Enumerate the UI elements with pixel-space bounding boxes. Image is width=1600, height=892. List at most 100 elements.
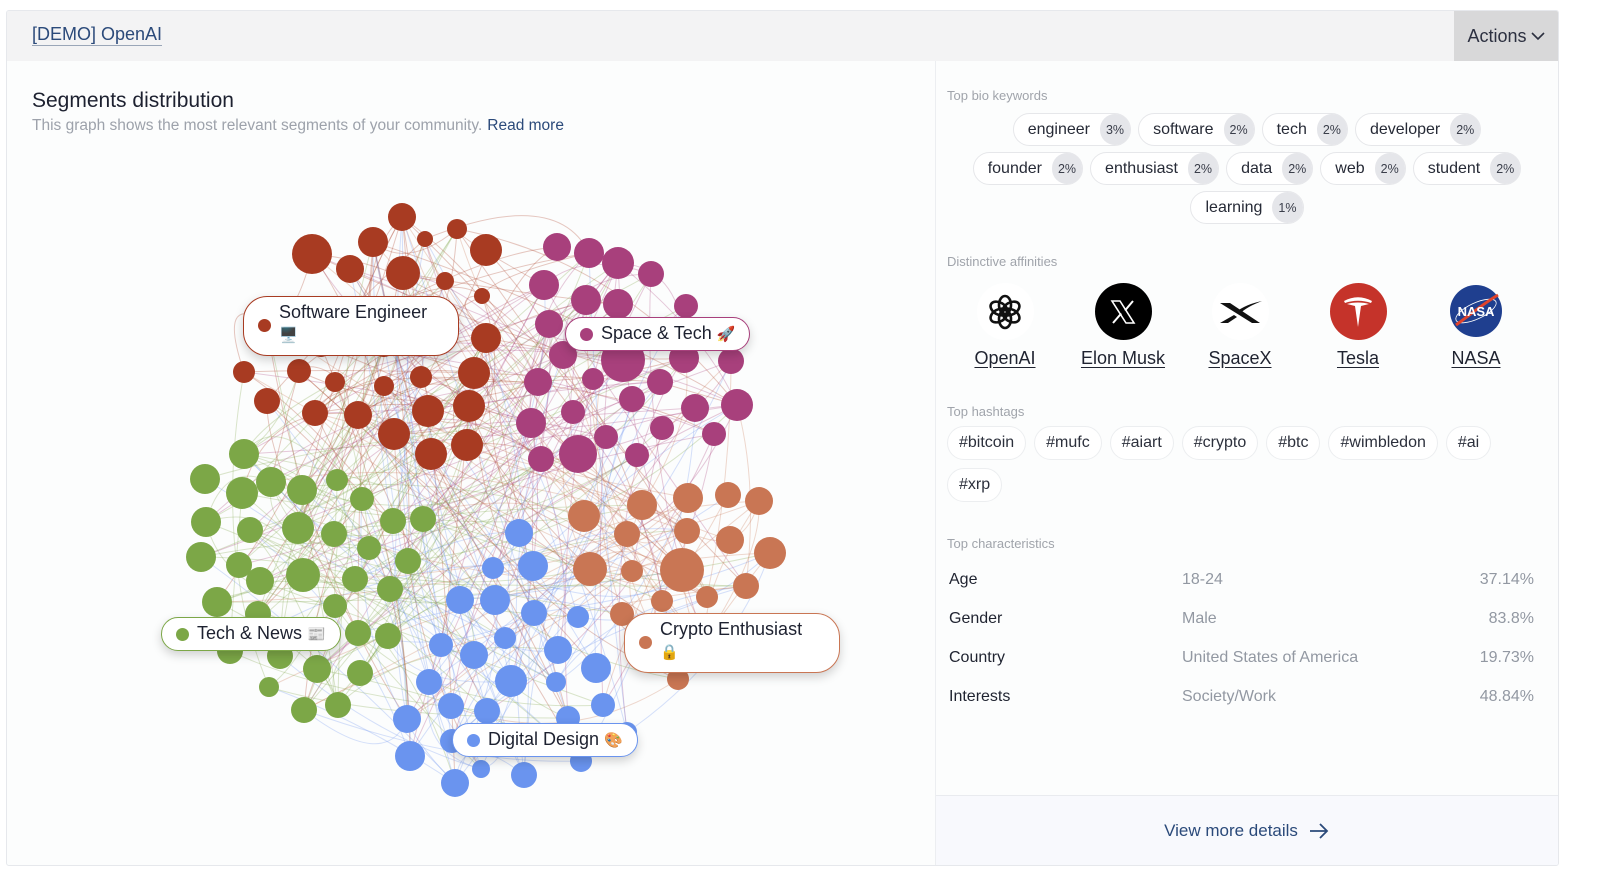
graph-node-crypto-enthusiast[interactable] xyxy=(568,500,600,532)
affinity-elon-musk[interactable]: Elon Musk xyxy=(1068,283,1178,369)
keyword-pill[interactable]: student 2% xyxy=(1412,152,1522,185)
segment-label-crypto-enthusiast[interactable]: Crypto Enthusiast 🔒 xyxy=(624,613,840,673)
graph-node-space-and-tech[interactable] xyxy=(528,446,554,472)
graph-node-crypto-enthusiast[interactable] xyxy=(715,482,741,508)
graph-node-tech-and-news[interactable] xyxy=(259,677,279,697)
graph-node-tech-and-news[interactable] xyxy=(190,464,220,494)
graph-node-tech-and-news[interactable] xyxy=(229,439,259,469)
graph-node-space-and-tech[interactable] xyxy=(625,443,649,467)
graph-node-software-engineer[interactable] xyxy=(374,376,394,396)
graph-node-software-engineer[interactable] xyxy=(325,372,345,392)
graph-node-software-engineer[interactable] xyxy=(233,361,255,383)
graph-node-digital-design[interactable] xyxy=(438,693,464,719)
graph-node-space-and-tech[interactable] xyxy=(718,348,744,374)
graph-node-space-and-tech[interactable] xyxy=(529,270,559,300)
hashtag-pill[interactable]: #ai xyxy=(1445,426,1492,460)
affinity-openai[interactable]: OpenAI xyxy=(950,283,1060,369)
graph-node-software-engineer[interactable] xyxy=(254,388,280,414)
keyword-pill[interactable]: engineer 3% xyxy=(1012,113,1132,146)
graph-node-tech-and-news[interactable] xyxy=(282,512,314,544)
graph-node-crypto-enthusiast[interactable] xyxy=(651,590,673,612)
graph-node-software-engineer[interactable] xyxy=(417,231,433,247)
graph-node-digital-design[interactable] xyxy=(591,693,615,717)
graph-node-tech-and-news[interactable] xyxy=(237,517,263,543)
graph-node-software-engineer[interactable] xyxy=(292,234,332,274)
segment-label-space-and-tech[interactable]: Space & Tech 🚀 xyxy=(565,317,751,351)
graph-node-tech-and-news[interactable] xyxy=(286,558,320,592)
graph-node-tech-and-news[interactable] xyxy=(191,507,221,537)
graph-node-software-engineer[interactable] xyxy=(436,272,454,290)
graph-node-software-engineer[interactable] xyxy=(388,203,416,231)
graph-node-space-and-tech[interactable] xyxy=(594,425,618,449)
graph-node-space-and-tech[interactable] xyxy=(681,394,709,422)
graph-node-space-and-tech[interactable] xyxy=(574,238,604,268)
keyword-pill[interactable]: learning 1% xyxy=(1190,191,1304,224)
hashtag-pill[interactable]: #mufc xyxy=(1034,426,1102,460)
graph-node-digital-design[interactable] xyxy=(495,665,527,697)
view-more-details-button[interactable]: View more details xyxy=(936,795,1558,865)
graph-node-software-engineer[interactable] xyxy=(336,255,364,283)
graph-node-software-engineer[interactable] xyxy=(453,390,485,422)
graph-node-digital-design[interactable] xyxy=(460,641,488,669)
graph-node-software-engineer[interactable] xyxy=(302,400,328,426)
graph-node-crypto-enthusiast[interactable] xyxy=(745,487,773,515)
graph-node-digital-design[interactable] xyxy=(446,586,474,614)
graph-node-space-and-tech[interactable] xyxy=(561,400,585,424)
graph-node-software-engineer[interactable] xyxy=(415,438,447,470)
graph-node-crypto-enthusiast[interactable] xyxy=(673,483,703,513)
graph-node-digital-design[interactable] xyxy=(472,760,490,778)
hashtag-pill[interactable]: #bitcoin xyxy=(947,426,1027,460)
keyword-pill[interactable]: enthusiast 2% xyxy=(1090,152,1220,185)
keyword-pill[interactable]: founder 2% xyxy=(972,152,1084,185)
graph-node-space-and-tech[interactable] xyxy=(674,294,698,318)
graph-node-tech-and-news[interactable] xyxy=(246,567,274,595)
graph-node-space-and-tech[interactable] xyxy=(638,261,664,287)
graph-node-digital-design[interactable] xyxy=(505,519,533,547)
graph-node-software-engineer[interactable] xyxy=(451,429,483,461)
graph-node-tech-and-news[interactable] xyxy=(202,587,232,617)
graph-node-space-and-tech[interactable] xyxy=(543,233,571,261)
graph-node-tech-and-news[interactable] xyxy=(347,660,373,686)
graph-node-tech-and-news[interactable] xyxy=(380,508,406,534)
graph-node-digital-design[interactable] xyxy=(474,698,500,724)
graph-node-tech-and-news[interactable] xyxy=(377,576,403,602)
keyword-pill[interactable]: tech 2% xyxy=(1261,113,1348,146)
graph-node-tech-and-news[interactable] xyxy=(345,620,371,646)
graph-node-space-and-tech[interactable] xyxy=(559,435,597,473)
segment-label-software-engineer[interactable]: Software Engineer 🖥️ xyxy=(243,296,459,356)
graph-node-crypto-enthusiast[interactable] xyxy=(573,552,607,586)
graph-node-space-and-tech[interactable] xyxy=(650,416,674,440)
actions-button[interactable]: Actions xyxy=(1454,11,1558,61)
graph-node-digital-design[interactable] xyxy=(429,633,453,657)
keyword-pill[interactable]: web 2% xyxy=(1320,152,1406,185)
graph-node-tech-and-news[interactable] xyxy=(303,655,331,683)
graph-node-software-engineer[interactable] xyxy=(386,256,420,290)
hashtag-pill[interactable]: #xrp xyxy=(947,468,1003,502)
keyword-pill[interactable]: data 2% xyxy=(1226,152,1314,185)
graph-node-tech-and-news[interactable] xyxy=(325,692,351,718)
graph-node-crypto-enthusiast[interactable] xyxy=(674,518,700,544)
graph-node-tech-and-news[interactable] xyxy=(395,548,421,574)
audience-title-link[interactable]: [DEMO] OpenAI xyxy=(32,24,163,46)
affinity-spacex[interactable]: SpaceX xyxy=(1185,283,1295,369)
affinity-tesla[interactable]: Tesla xyxy=(1303,283,1413,369)
graph-node-tech-and-news[interactable] xyxy=(226,477,258,509)
graph-node-digital-design[interactable] xyxy=(441,769,469,797)
graph-node-digital-design[interactable] xyxy=(544,636,572,664)
affinity-nasa[interactable]: NASA NASA xyxy=(1421,283,1531,369)
graph-node-software-engineer[interactable] xyxy=(447,219,467,239)
graph-node-crypto-enthusiast[interactable] xyxy=(614,521,640,547)
graph-node-digital-design[interactable] xyxy=(521,600,547,626)
graph-node-space-and-tech[interactable] xyxy=(535,310,563,338)
graph-node-tech-and-news[interactable] xyxy=(375,623,401,649)
graph-node-digital-design[interactable] xyxy=(511,762,537,788)
graph-node-tech-and-news[interactable] xyxy=(321,521,347,547)
graph-node-crypto-enthusiast[interactable] xyxy=(660,548,704,592)
keyword-pill[interactable]: software 2% xyxy=(1138,113,1255,146)
graph-node-software-engineer[interactable] xyxy=(287,359,311,383)
graph-node-digital-design[interactable] xyxy=(494,627,516,649)
graph-node-space-and-tech[interactable] xyxy=(619,386,645,412)
graph-node-digital-design[interactable] xyxy=(395,741,425,771)
graph-node-space-and-tech[interactable] xyxy=(571,285,601,315)
read-more-link[interactable]: Read more xyxy=(487,117,564,134)
